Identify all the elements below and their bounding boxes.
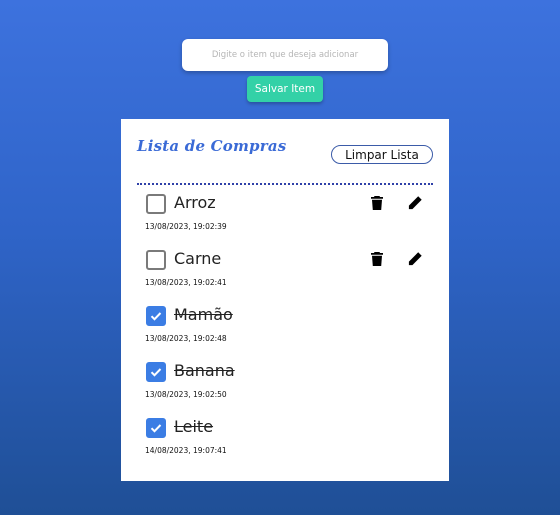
- item-checkbox[interactable]: [146, 194, 166, 214]
- item-timestamp: 14/08/2023, 19:07:41: [145, 446, 227, 455]
- item-name: Leite: [174, 417, 214, 436]
- save-item-button[interactable]: Salvar Item: [247, 76, 323, 102]
- item-checkbox[interactable]: [146, 250, 166, 270]
- clear-list-button[interactable]: Limpar Lista: [331, 145, 433, 164]
- list-item: Arroz 13/08/2023, 19:02:39: [121, 189, 449, 245]
- item-timestamp: 13/08/2023, 19:02:48: [145, 334, 227, 343]
- item-list: Arroz 13/08/2023, 19:02:39 Carne 13/08/2…: [121, 189, 449, 469]
- list-item: Banana 13/08/2023, 19:02:50: [121, 357, 449, 413]
- shopping-list-card: Lista de Compras Limpar Lista Arroz 13/0…: [121, 119, 449, 481]
- item-name: Banana: [174, 361, 235, 380]
- item-timestamp: 13/08/2023, 19:02:50: [145, 390, 227, 399]
- item-input[interactable]: [182, 39, 388, 71]
- item-timestamp: 13/08/2023, 19:02:41: [145, 278, 227, 287]
- divider: [137, 183, 433, 185]
- item-name: Arroz: [174, 193, 216, 212]
- item-checkbox[interactable]: [146, 306, 166, 326]
- pencil-icon[interactable]: [405, 249, 425, 269]
- trash-icon[interactable]: [367, 249, 387, 269]
- item-name: Mamão: [174, 305, 233, 324]
- checkmark-icon: [150, 312, 162, 321]
- item-name: Carne: [174, 249, 222, 268]
- list-item: Leite 14/08/2023, 19:07:41: [121, 413, 449, 469]
- checkmark-icon: [150, 368, 162, 377]
- item-checkbox[interactable]: [146, 418, 166, 438]
- checkmark-icon: [150, 424, 162, 433]
- list-title: Lista de Compras: [137, 137, 287, 155]
- pencil-icon[interactable]: [405, 193, 425, 213]
- trash-icon[interactable]: [367, 193, 387, 213]
- item-checkbox[interactable]: [146, 362, 166, 382]
- item-timestamp: 13/08/2023, 19:02:39: [145, 222, 227, 231]
- list-item: Mamão 13/08/2023, 19:02:48: [121, 301, 449, 357]
- list-item: Carne 13/08/2023, 19:02:41: [121, 245, 449, 301]
